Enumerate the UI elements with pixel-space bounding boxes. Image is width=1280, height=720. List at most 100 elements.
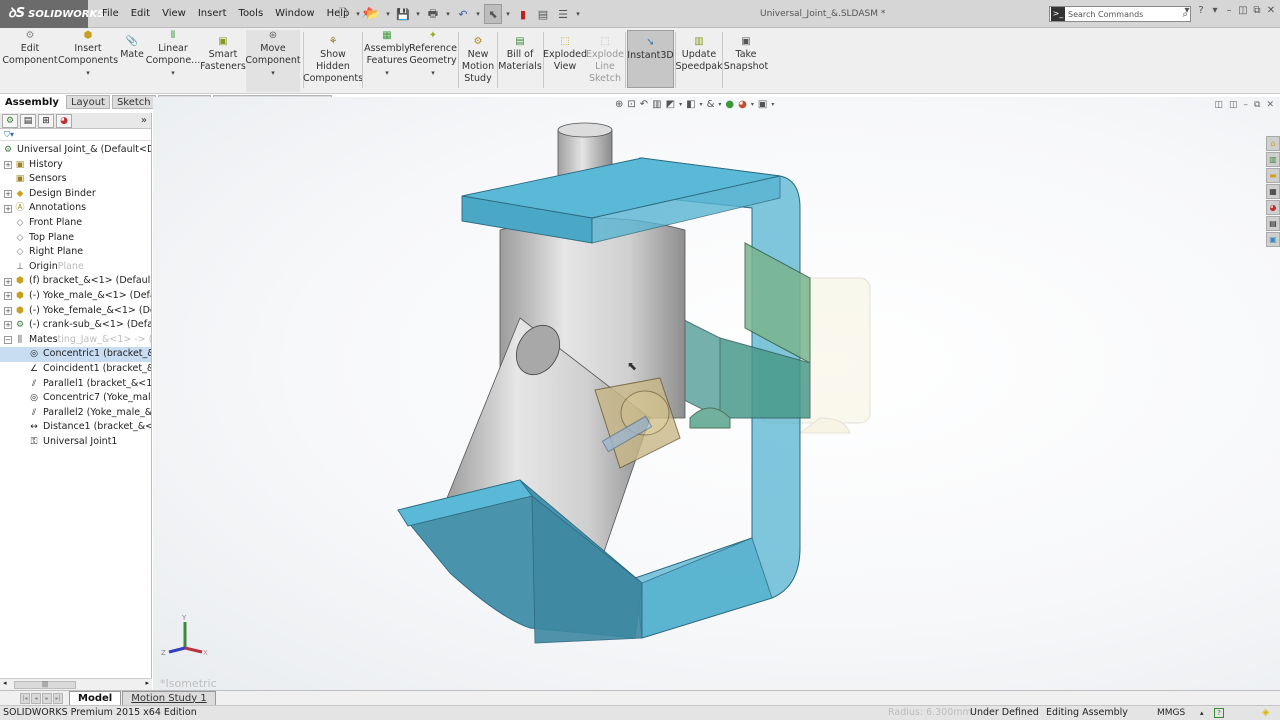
mate-item-concentric7[interactable]: ◎ Concentric7 (Yoke_male_	[0, 391, 151, 406]
prev-tab-icon[interactable]: ◂	[31, 692, 41, 704]
search-commands[interactable]: >_ Search Commands ⌕	[1049, 6, 1191, 22]
new-document-icon[interactable]: 🗋	[334, 4, 352, 24]
expand-toggle[interactable]: +	[4, 190, 12, 199]
menu-insert[interactable]: Insert	[192, 0, 233, 28]
configuration-manager-tab-icon[interactable]: ⊞	[38, 113, 54, 128]
tree-item-yoke-female[interactable]: + ⬢ (-) Yoke_female_&<1> (Def	[0, 304, 151, 319]
tree-item-front-plane[interactable]: ◇ Front Plane	[0, 216, 151, 231]
edit-component-button[interactable]: ⚙ Edit Component	[2, 30, 57, 92]
mate-item-universal-joint1[interactable]: ⚿ Universal Joint1	[0, 435, 151, 450]
quick-tips-icon[interactable]: ?	[1214, 708, 1224, 718]
tab-assembly[interactable]: Assembly	[0, 95, 64, 109]
zoom-to-area-icon[interactable]: ⊡	[627, 99, 635, 110]
tab-sketch[interactable]: Sketch	[111, 95, 156, 109]
open-folder-icon[interactable]: 📂	[364, 4, 382, 24]
unit-system[interactable]: MMGS	[1157, 706, 1185, 720]
view-orientation-icon[interactable]: ◧	[686, 99, 695, 110]
design-library-icon[interactable]: ▥	[1266, 152, 1280, 167]
reference-geometry-button[interactable]: ✦ Reference Geometry ▾	[409, 30, 457, 92]
open-dropdown[interactable]: ▾	[384, 10, 392, 18]
take-snapshot-button[interactable]: ▣ Take Snapshot	[724, 30, 768, 92]
print-icon[interactable]: 🖶	[424, 4, 442, 24]
viewport-minimize-icon[interactable]: –	[1244, 100, 1249, 110]
mate-item-parallel1[interactable]: ⫽Parallel1 (bracket_&<1>,	[0, 377, 151, 392]
dropdown[interactable]: ▾	[700, 101, 703, 108]
tree-item-bracket[interactable]: + ⬢ (f) bracket_&<1> (Default<	[0, 274, 151, 289]
solidworks-resources-icon[interactable]: ⌂	[1266, 136, 1280, 151]
collapse-toggle[interactable]: −	[4, 336, 12, 345]
feature-manager-tab-icon[interactable]: ⚙	[2, 113, 18, 128]
expand-toggle[interactable]: +	[4, 160, 12, 169]
bill-of-materials-button[interactable]: ▤ Bill of Materials	[498, 30, 542, 92]
zoom-to-fit-icon[interactable]: ⊕	[615, 99, 623, 110]
help-icon[interactable]: ?	[1196, 5, 1206, 16]
tree-item-right-plane[interactable]: ◇ Right Plane	[0, 245, 151, 260]
print-dropdown[interactable]: ▾	[444, 10, 452, 18]
scroll-thumb[interactable]: |||	[14, 681, 76, 689]
tree-item-origin[interactable]: ⊥ Origin Plane	[0, 260, 151, 275]
move-component-dropdown[interactable]: ▾	[271, 67, 275, 79]
select-dropdown[interactable]: ▾	[504, 10, 512, 18]
new-motion-study-button[interactable]: ⚙ New Motion Study	[460, 30, 496, 92]
menu-edit[interactable]: Edit	[125, 0, 156, 28]
undo-dropdown[interactable]: ▾	[474, 10, 482, 18]
appearances-icon[interactable]: ◕	[1266, 200, 1280, 215]
last-tab-icon[interactable]: ▸|	[53, 692, 63, 704]
dropdown[interactable]: ▾	[751, 101, 754, 108]
restore-icon[interactable]: ◫	[1238, 5, 1248, 16]
tab-model[interactable]: Model	[69, 690, 122, 706]
scene-icon[interactable]: ◕	[738, 99, 747, 110]
previous-view-icon[interactable]: ↶	[640, 99, 648, 110]
menu-view[interactable]: View	[156, 0, 192, 28]
mate-item-distance1[interactable]: ↔ Distance1 (bracket_&<1-	[0, 420, 151, 435]
mate-item-concentric1[interactable]: ◎ Concentric1 (bracket_&<	[0, 347, 151, 362]
tree-item-yoke-male[interactable]: + ⬢ (-) Yoke_male_&<1> (Defau	[0, 289, 151, 304]
dynamic-annotation-icon[interactable]: ◩	[666, 99, 675, 110]
update-speedpak-button[interactable]: ▥ Update Speedpak	[675, 30, 722, 92]
split-vertical-icon[interactable]: ◫	[1229, 100, 1238, 110]
tree-item-history[interactable]: + ▣ History	[0, 158, 151, 173]
menu-window[interactable]: Window	[269, 0, 320, 28]
tree-item-mates[interactable]: − ⫼ Mates ting_Jaw_&<1> -> (D	[0, 333, 151, 348]
scroll-right-icon[interactable]: ▸	[145, 679, 149, 687]
display-manager-tab-icon[interactable]: ◕	[56, 113, 72, 128]
viewport-close-icon[interactable]: ✕	[1266, 100, 1274, 110]
search-input[interactable]: Search Commands	[1068, 10, 1182, 19]
tree-item-top-plane[interactable]: ◇ Top Plane	[0, 231, 151, 246]
save-icon[interactable]: 💾	[394, 4, 412, 24]
minimize-icon[interactable]: –	[1224, 5, 1234, 16]
reference-geometry-dropdown[interactable]: ▾	[431, 67, 435, 79]
close-icon[interactable]: ✕	[1266, 5, 1276, 16]
mate-button[interactable]: 📎 Mate	[118, 30, 146, 92]
file-explorer-icon[interactable]: ▬	[1266, 168, 1280, 183]
save-dropdown[interactable]: ▾	[414, 10, 422, 18]
menu-tools[interactable]: Tools	[233, 0, 270, 28]
tab-layout[interactable]: Layout	[65, 95, 110, 109]
insert-components-dropdown[interactable]: ▾	[86, 67, 90, 79]
solidworks-forum-icon[interactable]: ▣	[1266, 232, 1280, 247]
menu-file[interactable]: File	[96, 0, 125, 28]
show-hidden-components-button[interactable]: ⚘ Show Hidden Components	[303, 30, 363, 92]
linear-component-dropdown[interactable]: ▾	[171, 67, 175, 79]
assembly-features-button[interactable]: ▦ Assembly Features ▾	[364, 30, 410, 92]
section-view-icon[interactable]: ▥	[652, 99, 661, 110]
select-cursor-icon[interactable]: ⬉	[484, 4, 502, 24]
smart-fasteners-button[interactable]: ▣ Smart Fasteners	[200, 30, 246, 92]
help-dropdown[interactable]: ▾	[1210, 5, 1220, 16]
linear-component-pattern-button[interactable]: ⫴ Linear Compone... ▾	[146, 30, 200, 92]
expand-toggle[interactable]: +	[4, 204, 12, 213]
next-tab-icon[interactable]: ▸	[42, 692, 52, 704]
tree-horizontal-scrollbar[interactable]: ◂ ||| ▸	[0, 678, 152, 690]
tree-item-annotations[interactable]: + Ⓐ Annotations	[0, 201, 151, 216]
universal-joint-model[interactable]	[380, 118, 900, 648]
insert-components-button[interactable]: ⬢ Insert Components ▾	[58, 30, 118, 92]
expand-toggle[interactable]: +	[4, 277, 12, 286]
viewport-restore-icon[interactable]: ⧉	[1254, 100, 1260, 110]
expand-panel-icon[interactable]: »	[141, 115, 147, 126]
view-palette-icon[interactable]: ▦	[1266, 184, 1280, 199]
dropdown[interactable]: ▾	[771, 101, 774, 108]
move-component-button[interactable]: ⊛ Move Component ▾	[245, 30, 301, 92]
solidworks-logo[interactable]: ꝺS SOLIDWORKS	[0, 0, 104, 28]
tag-icon[interactable]: ◈	[1262, 706, 1269, 720]
undo-icon[interactable]: ↶	[454, 4, 472, 24]
